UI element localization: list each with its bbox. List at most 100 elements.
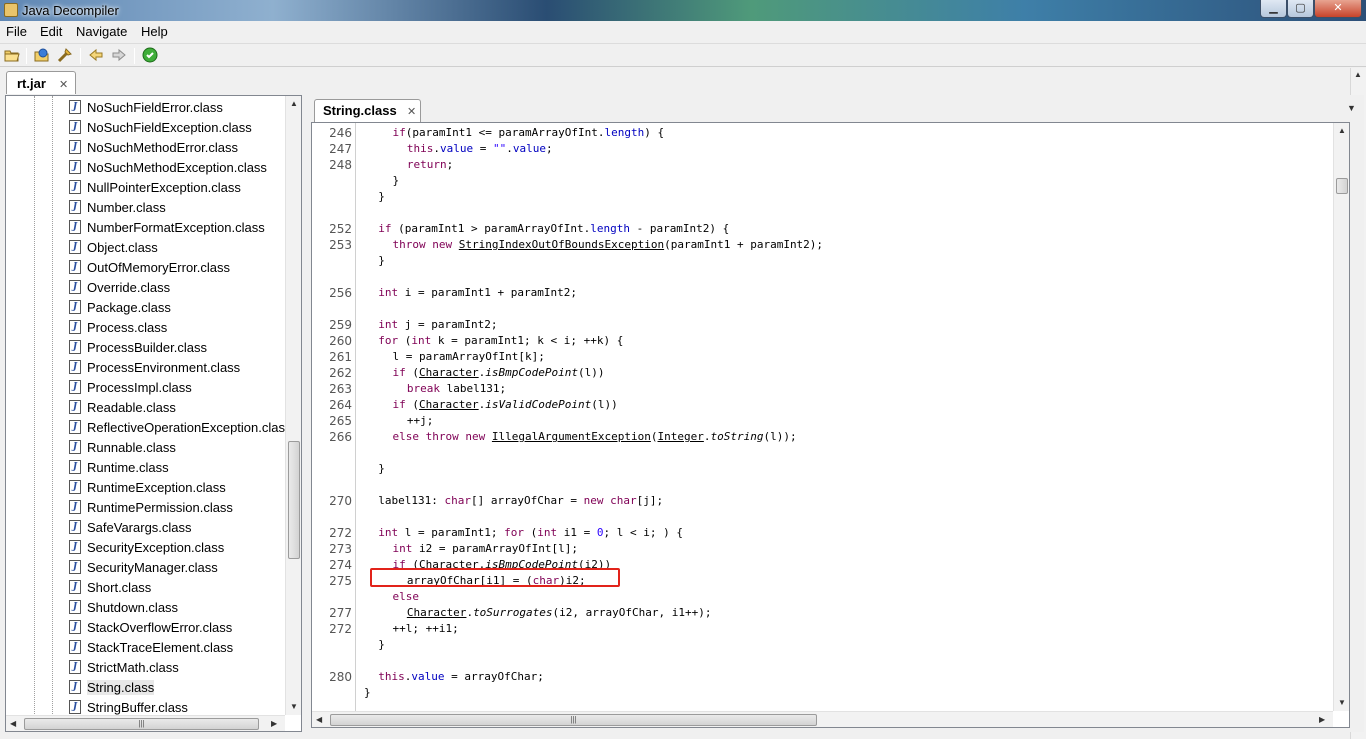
- class-file-icon: J: [69, 680, 81, 694]
- tree-item-label: ProcessEnvironment.class: [87, 359, 241, 375]
- tree-item[interactable]: J Shutdown.class: [69, 597, 178, 617]
- line-number: 274: [329, 558, 352, 572]
- open-type-hierarchy-icon[interactable]: [56, 47, 74, 65]
- tree-item-label: String.class: [87, 679, 155, 695]
- tree-item[interactable]: J Short.class: [69, 577, 151, 597]
- code-token: }: [378, 638, 385, 651]
- code-token: char: [610, 494, 637, 507]
- code-vertical-scrollbar[interactable]: ▲ ▼: [1333, 123, 1349, 711]
- tree-item[interactable]: J SecurityManager.class: [69, 557, 218, 577]
- code-token: Character: [419, 366, 479, 379]
- scroll-left-icon[interactable]: ◀: [10, 719, 16, 728]
- menu-bar: File Edit Navigate Help: [0, 21, 1366, 43]
- code-horizontal-scrollbar[interactable]: ◀ ||| ▶: [312, 711, 1333, 727]
- scroll-right-icon[interactable]: ▶: [1319, 715, 1325, 724]
- open-file-icon[interactable]: [3, 47, 21, 65]
- class-file-icon: J: [69, 340, 81, 354]
- tree-item[interactable]: J ReflectiveOperationException.class: [69, 417, 292, 437]
- line-number: 275: [329, 574, 352, 588]
- code-token: isBmpCodePoint: [485, 366, 578, 379]
- close-icon[interactable]: ✕: [407, 105, 416, 118]
- scroll-up-icon[interactable]: ▲: [290, 99, 298, 108]
- tree-item[interactable]: J StackTraceElement.class: [69, 637, 233, 657]
- tree-item[interactable]: J StrictMath.class: [69, 657, 179, 677]
- code-token: i = paramInt1 + paramInt2;: [398, 286, 577, 299]
- scroll-thumb[interactable]: |||: [24, 718, 259, 730]
- code-token: }: [364, 686, 371, 699]
- class-file-icon: J: [69, 440, 81, 454]
- tree-item[interactable]: J SafeVarargs.class: [69, 517, 192, 537]
- tree-item[interactable]: J SecurityException.class: [69, 537, 224, 557]
- code-line: }: [393, 173, 400, 189]
- search-icon[interactable]: [141, 47, 159, 65]
- close-icon[interactable]: ✕: [59, 78, 68, 91]
- tree-item[interactable]: J Number.class: [69, 197, 166, 217]
- scroll-up-icon[interactable]: ▲: [1338, 126, 1346, 135]
- tree-item[interactable]: J NoSuchFieldException.class: [69, 117, 252, 137]
- tree-item[interactable]: J NoSuchFieldError.class: [69, 97, 223, 117]
- scroll-down-icon[interactable]: ▼: [1338, 698, 1346, 707]
- code-editor[interactable]: 246 if(paramInt1 <= paramArrayOfInt.lengt…: [311, 122, 1350, 728]
- open-type-icon[interactable]: [33, 47, 51, 65]
- menu-help[interactable]: Help: [141, 24, 168, 39]
- line-number: 252: [329, 222, 352, 236]
- code-token: l = paramInt1;: [398, 526, 505, 539]
- tree-item[interactable]: J NoSuchMethodError.class: [69, 137, 238, 157]
- tree-item[interactable]: J Runnable.class: [69, 437, 176, 457]
- tree-item[interactable]: J Object.class: [69, 237, 158, 257]
- scroll-left-icon[interactable]: ◀: [316, 715, 322, 724]
- scroll-thumb[interactable]: [288, 441, 300, 559]
- forward-icon[interactable]: [110, 47, 128, 65]
- menu-edit[interactable]: Edit: [40, 24, 62, 39]
- tree-item[interactable]: J String.class: [69, 677, 155, 697]
- tab-rt-jar[interactable]: rt.jar ✕: [6, 71, 76, 94]
- tree-item[interactable]: J ProcessImpl.class: [69, 377, 192, 397]
- tree-item[interactable]: J Readable.class: [69, 397, 176, 417]
- code-token: (l)): [591, 398, 618, 411]
- scroll-up-icon[interactable]: ▲: [1354, 70, 1362, 79]
- tree-horizontal-scrollbar[interactable]: ◀ ||| ▶: [6, 715, 285, 731]
- scroll-right-icon[interactable]: ▶: [271, 719, 277, 728]
- tree-item[interactable]: J NumberFormatException.class: [69, 217, 265, 237]
- tree-item-label: OutOfMemoryError.class: [87, 259, 231, 275]
- code-line: for (int k = paramInt1; k < i; ++k) {: [378, 333, 623, 349]
- menu-file[interactable]: File: [6, 24, 27, 39]
- scroll-thumb[interactable]: [1336, 178, 1348, 194]
- tree-item[interactable]: J NoSuchMethodException.class: [69, 157, 267, 177]
- toolbar-separator: [80, 48, 81, 64]
- tree-item[interactable]: J Package.class: [69, 297, 171, 317]
- code-line: l = paramArrayOfInt[k];: [393, 349, 545, 365]
- tab-list-chevron-down-icon[interactable]: ▼: [1347, 103, 1356, 113]
- tab-string-class[interactable]: String.class ✕: [314, 99, 421, 122]
- maximize-button[interactable]: ▢: [1287, 0, 1314, 18]
- menu-navigate[interactable]: Navigate: [76, 24, 127, 39]
- code-token: }: [378, 254, 385, 267]
- tree-item[interactable]: J StringBuffer.class: [69, 697, 188, 717]
- minimize-button[interactable]: ▁: [1260, 0, 1287, 18]
- code-token: return: [406, 158, 447, 171]
- tree-item[interactable]: J NullPointerException.class: [69, 177, 241, 197]
- tree-item[interactable]: J ProcessBuilder.class: [69, 337, 207, 357]
- tree-item[interactable]: J ProcessEnvironment.class: [69, 357, 240, 377]
- code-token: Character: [406, 606, 467, 619]
- code-line: break label131;: [407, 381, 506, 397]
- tree-item[interactable]: J StackOverflowError.class: [69, 617, 232, 637]
- back-icon[interactable]: [87, 47, 105, 65]
- code-token: Integer: [657, 430, 704, 443]
- tree-item[interactable]: J RuntimePermission.class: [69, 497, 233, 517]
- tree-item[interactable]: J Runtime.class: [69, 457, 169, 477]
- tree-item[interactable]: J RuntimeException.class: [69, 477, 226, 497]
- code-line: if (paramInt1 > paramArrayOfInt.length -…: [378, 221, 729, 237]
- code-token: i2 = paramArrayOfInt[l];: [412, 542, 578, 555]
- app-icon: [4, 3, 18, 17]
- line-number: 273: [329, 542, 352, 556]
- code-token: new: [583, 494, 604, 507]
- scroll-down-icon[interactable]: ▼: [290, 702, 298, 711]
- tree-item[interactable]: J Process.class: [69, 317, 167, 337]
- tree-vertical-scrollbar[interactable]: ▲ ▼: [285, 96, 301, 715]
- tree-item[interactable]: J OutOfMemoryError.class: [69, 257, 230, 277]
- close-window-button[interactable]: ✕: [1314, 0, 1362, 18]
- tree-item[interactable]: J Override.class: [69, 277, 170, 297]
- scroll-thumb[interactable]: |||: [330, 714, 817, 726]
- line-number: 246: [329, 126, 352, 140]
